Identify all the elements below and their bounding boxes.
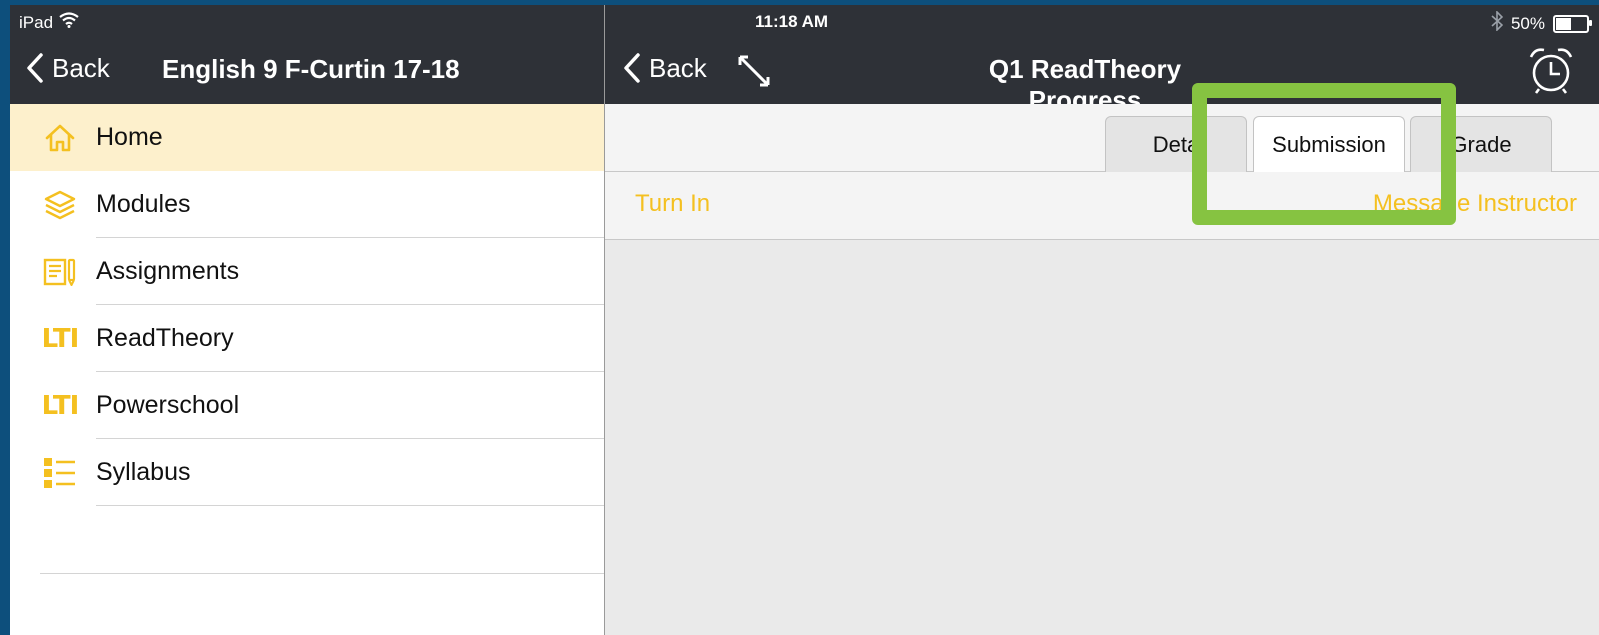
assignment-detail: 11:18 AM 50% Back Q1 ReadTheory Progress bbox=[605, 5, 1599, 635]
sidebar-item-home[interactable]: Home bbox=[10, 104, 616, 171]
device-name: iPad bbox=[19, 12, 54, 32]
sidebar-item-readtheory[interactable]: LTI ReadTheory bbox=[10, 305, 616, 372]
right-back-label: Back bbox=[649, 52, 707, 83]
row-divider bbox=[96, 505, 616, 506]
sidebar-header: iPad Back English 9 F-Curtin 17-18 bbox=[10, 5, 616, 104]
course-sidebar: iPad Back English 9 F-Curtin 17-18 Home bbox=[10, 5, 616, 635]
sidebar-item-label: Modules bbox=[96, 190, 191, 218]
layers-icon bbox=[40, 188, 80, 222]
course-title: English 9 F-Curtin 17-18 bbox=[162, 54, 460, 84]
chevron-left-icon bbox=[624, 53, 640, 83]
lti-icon: LTI bbox=[41, 323, 80, 354]
expand-icon[interactable] bbox=[736, 53, 772, 94]
course-nav: Home Modules Assignments LTI ReadTheory bbox=[10, 104, 616, 506]
ipad-screen: iPad Back English 9 F-Curtin 17-18 Home bbox=[10, 5, 1599, 635]
status-battery: 50% bbox=[1491, 10, 1592, 36]
assignments-icon bbox=[40, 255, 80, 289]
lti-icon: LTI bbox=[41, 390, 80, 421]
sidebar-item-modules[interactable]: Modules bbox=[10, 171, 616, 238]
highlight-box bbox=[1192, 83, 1456, 225]
right-back-button[interactable]: Back bbox=[623, 52, 707, 84]
bluetooth-icon bbox=[1491, 10, 1504, 36]
battery-percent: 50% bbox=[1510, 13, 1545, 33]
turn-in-link[interactable]: Turn In bbox=[635, 190, 710, 218]
sidebar-item-assignments[interactable]: Assignments bbox=[10, 238, 616, 305]
sidebar-item-label: ReadTheory bbox=[96, 324, 234, 352]
battery-icon bbox=[1553, 14, 1592, 33]
sidebar-item-label: Assignments bbox=[96, 257, 240, 285]
sidebar-item-syllabus[interactable]: Syllabus bbox=[10, 439, 616, 506]
row-divider bbox=[40, 573, 616, 574]
sidebar-item-label: Powerschool bbox=[96, 391, 240, 419]
list-icon bbox=[40, 456, 80, 490]
wifi-icon bbox=[59, 12, 79, 33]
home-icon bbox=[40, 121, 80, 155]
chevron-left-icon bbox=[27, 53, 43, 83]
left-back-label: Back bbox=[52, 52, 110, 83]
status-device: iPad bbox=[19, 12, 79, 33]
sidebar-item-powerschool[interactable]: LTI Powerschool bbox=[10, 372, 616, 439]
left-back-button[interactable]: Back bbox=[26, 52, 110, 84]
sidebar-item-label: Home bbox=[96, 123, 163, 151]
status-time: 11:18 AM bbox=[755, 12, 829, 31]
alarm-clock-icon[interactable] bbox=[1527, 45, 1575, 100]
sidebar-item-label: Syllabus bbox=[96, 458, 191, 486]
